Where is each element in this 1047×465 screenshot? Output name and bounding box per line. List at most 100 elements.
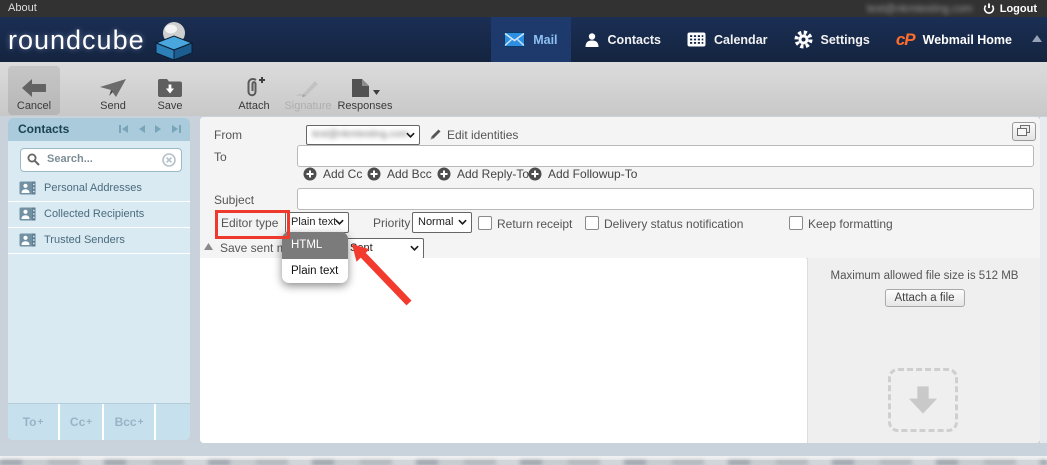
tab-settings-label: Settings	[821, 33, 870, 47]
signature-button[interactable]: Signature	[280, 66, 336, 115]
roundcube-logo: roundcube	[8, 20, 197, 61]
plus-icon: +	[86, 417, 92, 428]
cancel-button[interactable]: Cancel	[8, 66, 60, 115]
plus-circle-icon	[367, 167, 381, 181]
tab-webmail-home[interactable]: cP Webmail Home	[883, 17, 1025, 62]
main-nav: Mail Contacts Calendar Settings cP Webma…	[491, 17, 1025, 62]
save-button[interactable]: Save	[146, 66, 194, 115]
chevron-down-icon	[335, 219, 344, 225]
group-collected-recipients[interactable]: Collected Recipients	[8, 202, 190, 228]
clear-search-icon[interactable]	[162, 153, 176, 167]
mail-icon	[504, 32, 525, 47]
add-followup-to-link[interactable]: Add Followup-To	[528, 167, 637, 181]
priority-value: Normal	[418, 216, 453, 228]
from-label: From	[214, 128, 242, 142]
addressbook-icon	[19, 181, 36, 195]
delivery-status-checkbox[interactable]	[585, 216, 599, 230]
add-bcc-link[interactable]: Add Bcc	[367, 167, 432, 181]
group-personal-addresses[interactable]: Personal Addresses	[8, 176, 190, 202]
signature-pen-icon	[295, 78, 321, 98]
send-label: Send	[100, 100, 126, 112]
bcc-label: Bcc	[115, 415, 137, 429]
responses-doc-icon	[351, 78, 370, 98]
attach-a-file-button[interactable]: Attach a file	[884, 289, 964, 307]
footer-bar	[0, 443, 1047, 456]
group-label: Personal Addresses	[44, 182, 142, 194]
chevron-down-icon	[410, 245, 419, 251]
tab-calendar[interactable]: Calendar	[674, 17, 781, 62]
cancel-label: Cancel	[17, 100, 51, 112]
addressbook-icon	[19, 207, 36, 221]
tab-contacts[interactable]: Contacts	[571, 17, 674, 62]
search-icon	[27, 153, 40, 166]
attach-label: Attach	[238, 100, 269, 112]
responses-label: Responses	[337, 100, 392, 112]
tab-calendar-label: Calendar	[714, 33, 768, 47]
first-page-icon[interactable]	[118, 124, 129, 134]
from-select[interactable]: test@nkmtesting.com	[306, 125, 420, 145]
paperclip-icon	[242, 76, 267, 98]
plus-circle-icon	[528, 167, 542, 181]
to-label: To	[23, 415, 37, 429]
plus-icon: +	[138, 417, 144, 428]
subject-input[interactable]	[297, 188, 1034, 210]
last-page-icon[interactable]	[171, 124, 182, 134]
panel-right-gutter	[1040, 117, 1047, 443]
popout-compose-button[interactable]	[1012, 122, 1036, 141]
next-page-icon[interactable]	[154, 124, 163, 134]
add-cc-label: Add Cc	[323, 167, 362, 181]
sidebar-header: Contacts	[8, 118, 190, 141]
prev-page-icon[interactable]	[137, 124, 146, 134]
add-cc-link[interactable]: Add Cc	[303, 167, 362, 181]
file-dropzone[interactable]	[888, 368, 958, 432]
plus-circle-icon	[437, 167, 451, 181]
dropdown-option-plain-text[interactable]: Plain text	[282, 259, 348, 283]
logout-label: Logout	[1000, 3, 1037, 15]
send-button[interactable]: Send	[86, 66, 140, 115]
group-label: Collected Recipients	[44, 208, 144, 220]
attach-button[interactable]: Attach	[228, 66, 280, 115]
group-trusted-senders[interactable]: Trusted Senders	[8, 228, 190, 254]
delivery-status-label: Delivery status notification	[604, 217, 743, 231]
tab-mail[interactable]: Mail	[491, 17, 570, 62]
power-icon	[983, 3, 995, 15]
editor-type-dropdown: HTML Plain text	[282, 232, 348, 283]
user-email: test@nkmtesting.com	[867, 3, 973, 15]
message-body-editor[interactable]	[200, 258, 806, 443]
brand-bar: roundcube Mail Contacts Calendar	[0, 17, 1047, 62]
search-placeholder: Search...	[47, 153, 93, 165]
plus-circle-icon	[303, 167, 317, 181]
collapse-options-icon[interactable]	[204, 243, 213, 250]
addressbook-icon	[19, 233, 36, 247]
collapse-nav-icon[interactable]	[1032, 35, 1042, 42]
recipient-bar-filler	[156, 404, 190, 440]
contacts-icon	[584, 32, 600, 48]
to-input[interactable]	[297, 145, 1034, 167]
add-to-button[interactable]: To+	[8, 404, 60, 440]
popout-windows-icon	[1017, 125, 1030, 136]
editor-type-label: Editor type	[221, 216, 278, 230]
gear-icon	[794, 30, 813, 49]
add-bcc-button[interactable]: Bcc+	[104, 404, 156, 440]
chevron-down-icon	[458, 219, 467, 225]
logout-button[interactable]: Logout	[983, 3, 1037, 15]
dropdown-option-html[interactable]: HTML	[282, 232, 348, 259]
tab-settings[interactable]: Settings	[781, 17, 883, 62]
keep-formatting-checkbox[interactable]	[789, 216, 803, 230]
add-cc-button[interactable]: Cc+	[60, 404, 104, 440]
tab-mail-label: Mail	[533, 33, 557, 47]
edit-identities-link[interactable]: Edit identities	[447, 128, 518, 142]
from-value: test@nkmtesting.com	[312, 129, 408, 140]
max-file-size-hint: Maximum allowed file size is 512 MB	[808, 270, 1040, 282]
priority-select[interactable]: Normal	[412, 212, 472, 233]
add-reply-to-link[interactable]: Add Reply-To	[437, 167, 529, 181]
contact-search-input[interactable]: Search...	[20, 148, 182, 172]
keep-formatting-label: Keep formatting	[808, 217, 893, 231]
about-link[interactable]: About	[8, 2, 37, 14]
tab-contacts-label: Contacts	[608, 33, 661, 47]
chevron-down-icon	[406, 132, 415, 138]
responses-button[interactable]: Responses	[336, 66, 394, 115]
return-receipt-checkbox[interactable]	[478, 216, 492, 230]
save-sent-folder-select[interactable]: Sent	[342, 238, 424, 259]
editor-type-select[interactable]: Plain text	[285, 212, 349, 233]
